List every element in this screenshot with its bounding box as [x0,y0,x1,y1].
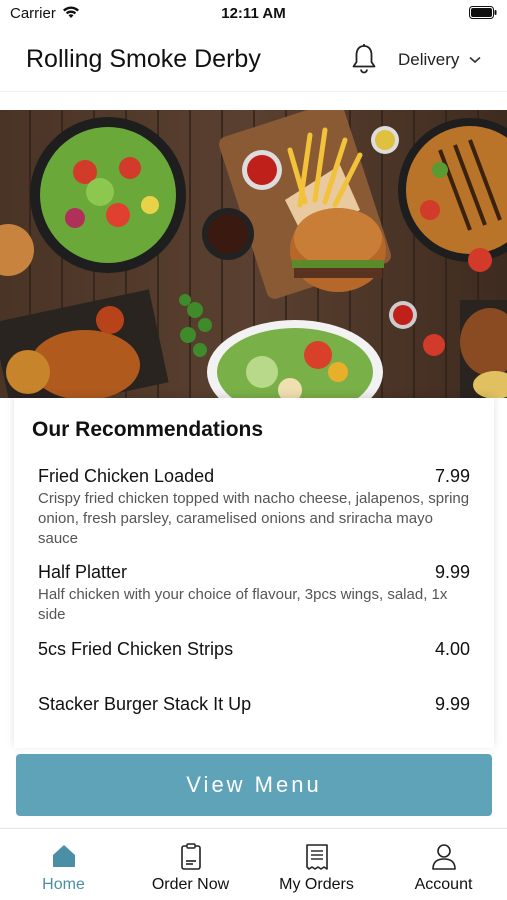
delivery-label: Delivery [398,50,460,69]
recommendations-card: Our Recommendations Fried Chicken Loaded… [14,398,494,748]
tab-label: Account [414,876,473,893]
receipt-icon [305,844,328,870]
home-icon [52,845,75,867]
view-menu-button[interactable]: View Menu [16,754,492,816]
item-name: Half Platter [38,562,128,582]
tab-order-now[interactable]: Order Now [127,829,254,900]
list-item[interactable]: 5cs Fried Chicken Strips 4.00 [38,639,470,660]
item-name: 5cs Fried Chicken Strips [38,639,234,659]
item-price: 9.99 [434,694,470,714]
delivery-select[interactable]: Delivery [398,50,481,70]
hero-image [0,110,507,398]
item-name: Fried Chicken Loaded [38,466,215,486]
item-price: 7.99 [434,466,470,486]
chevron-down-icon [469,56,481,64]
recommendations-title: Our Recommendations [32,418,264,441]
order-icon [180,843,201,870]
item-price: 4.00 [434,639,470,659]
list-item[interactable]: Stacker Burger Stack It Up 9.99 [38,694,470,715]
food-photo [0,110,507,398]
tab-home[interactable]: Home [0,829,127,900]
item-description: Half chicken with your choice of flavour… [38,586,448,623]
item-price: 9.99 [434,562,470,582]
bell-icon[interactable] [350,43,378,75]
page-title: Rolling Smoke Derby [26,45,261,73]
tab-account[interactable]: Account [380,829,507,900]
bottom-tab-bar: Home Order Now My Orders Account [0,828,507,900]
item-description: Crispy fried chicken topped with nacho c… [38,490,470,547]
tab-label: Order Now [151,876,230,893]
status-time: 12:11 AM [221,5,286,22]
battery-icon [469,6,497,19]
list-item[interactable]: Fried Chicken Loaded 7.99 Crispy fried c… [38,466,470,549]
tab-label: My Orders [279,876,354,893]
tab-my-orders[interactable]: My Orders [253,829,380,900]
list-item[interactable]: Half Platter 9.99 Half chicken with your… [38,562,470,625]
item-name: Stacker Burger Stack It Up [38,694,252,714]
tab-label: Home [42,876,85,893]
app-header: Rolling Smoke Derby Delivery [0,30,507,92]
user-icon [431,844,456,870]
status-bar: Carrier 12:11 AM [0,0,507,30]
